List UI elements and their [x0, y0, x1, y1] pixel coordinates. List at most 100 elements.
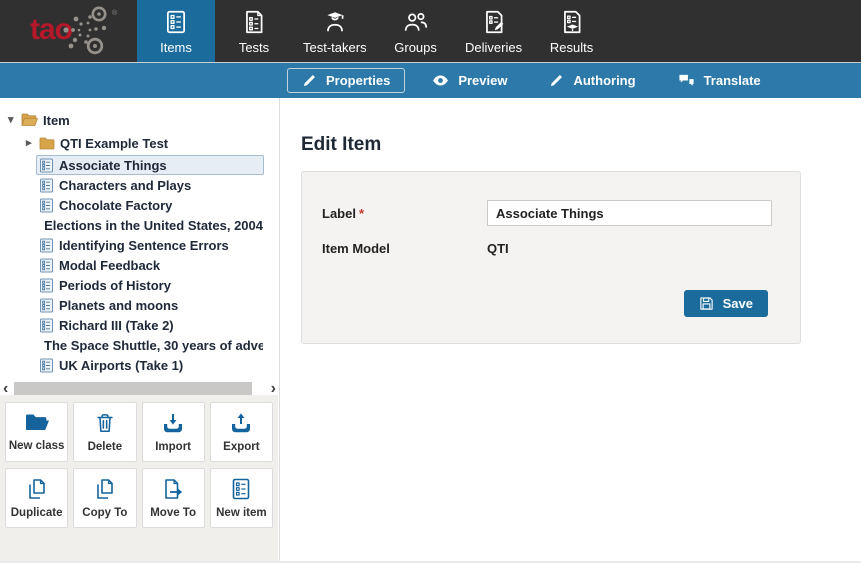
- item-doc-icon: [39, 178, 54, 193]
- translate-bubbles-icon: [678, 73, 695, 88]
- new-item-button[interactable]: New item: [210, 468, 273, 528]
- nav-label: Test-takers: [303, 40, 367, 55]
- tree-item-label: Chocolate Factory: [59, 198, 172, 213]
- label-input[interactable]: [487, 200, 772, 226]
- tao-logo[interactable]: tao ®: [0, 0, 137, 62]
- tree-item-richard-iii[interactable]: Richard III (Take 2): [0, 315, 279, 335]
- items-icon: [163, 9, 189, 35]
- action-label: New class: [9, 440, 65, 452]
- main-navigation: Items Tests: [137, 0, 611, 62]
- save-button-label: Save: [723, 296, 753, 311]
- caret-down-icon[interactable]: ▾: [8, 115, 21, 126]
- nav-label: Tests: [239, 40, 269, 55]
- tree-root-item[interactable]: ▾ Item: [0, 110, 279, 130]
- item-model-value: QTI: [487, 241, 509, 256]
- groups-icon: [403, 9, 429, 35]
- tree-item-label: Associate Things: [59, 158, 167, 173]
- tao-logo-registered-mark: ®: [112, 10, 117, 17]
- tree-item-periods-of-history[interactable]: Periods of History: [0, 275, 279, 295]
- tree-item-uk-airports[interactable]: UK Airports (Take 1): [0, 355, 279, 375]
- tab-label: Authoring: [573, 73, 635, 88]
- tree-item-chocolate-factory[interactable]: Chocolate Factory: [0, 195, 279, 215]
- nav-item-tests[interactable]: Tests: [215, 0, 293, 62]
- label-field-label: Label*: [322, 206, 487, 221]
- nav-item-results[interactable]: Results: [533, 0, 611, 62]
- copy-to-button[interactable]: Copy To: [73, 468, 136, 528]
- nav-label: Items: [160, 40, 192, 55]
- test-takers-icon: [322, 9, 348, 35]
- top-header: tao ®: [0, 0, 861, 62]
- tao-logo-burst-icon: [62, 4, 112, 56]
- tree-item-planets-and-moons[interactable]: Planets and moons: [0, 295, 279, 315]
- nav-item-test-takers[interactable]: Test-takers: [293, 0, 377, 62]
- tab-label: Preview: [458, 73, 507, 88]
- save-button[interactable]: Save: [684, 290, 768, 317]
- tree-item-associate-things[interactable]: Associate Things: [0, 155, 279, 175]
- deliveries-icon: [481, 9, 507, 35]
- tree-item-label: Characters and Plays: [59, 178, 191, 193]
- tree-action-buttons: New class Delete Import: [0, 395, 278, 563]
- main-content: Edit Item Label* Item Model QTI Save: [281, 98, 861, 563]
- action-label: New item: [216, 507, 267, 519]
- tests-icon: [241, 9, 267, 35]
- item-doc-icon: [39, 318, 54, 333]
- tab-properties[interactable]: Properties: [287, 68, 405, 93]
- item-doc-icon: [39, 158, 54, 173]
- tao-application-window: tao ®: [0, 0, 861, 563]
- nav-label: Groups: [394, 40, 437, 55]
- resource-tree-panel: ▾ Item ▸ QTI Example Test: [0, 98, 280, 563]
- item-doc-icon: [39, 258, 54, 273]
- import-icon: [161, 411, 185, 435]
- save-floppy-icon: [699, 296, 714, 311]
- tree-item-characters-and-plays[interactable]: Characters and Plays: [0, 175, 279, 195]
- results-icon: [559, 9, 585, 35]
- tree-item-space-shuttle[interactable]: The Space Shuttle, 30 years of adventur: [0, 335, 279, 355]
- action-label: Export: [223, 441, 259, 453]
- tree-folder-qti-example-test[interactable]: ▸ QTI Example Test: [0, 133, 279, 153]
- tab-preview[interactable]: Preview: [417, 68, 522, 93]
- action-label: Copy To: [82, 507, 127, 519]
- tree-item-label: Identifying Sentence Errors: [59, 238, 229, 253]
- tab-label: Properties: [326, 73, 390, 88]
- item-doc-icon: [39, 198, 54, 213]
- nav-label: Deliveries: [465, 40, 522, 55]
- duplicate-button[interactable]: Duplicate: [5, 468, 68, 528]
- item-model-label: Item Model: [322, 241, 487, 256]
- tree-item-identifying-sentence-errors[interactable]: Identifying Sentence Errors: [0, 235, 279, 255]
- scroll-left-arrow-icon[interactable]: ‹: [3, 382, 8, 396]
- new-class-folder-icon: [24, 412, 50, 434]
- caret-right-icon[interactable]: ▸: [26, 138, 39, 149]
- export-icon: [229, 411, 253, 435]
- tab-authoring[interactable]: Authoring: [534, 68, 650, 93]
- export-button[interactable]: Export: [210, 402, 273, 462]
- new-class-button[interactable]: New class: [5, 402, 68, 462]
- item-doc-icon: [39, 238, 54, 253]
- action-label: Import: [155, 441, 191, 453]
- tab-translate[interactable]: Translate: [663, 68, 776, 93]
- nav-item-items[interactable]: Items: [137, 0, 215, 62]
- tree-item-elections-2004[interactable]: Elections in the United States, 2004: [0, 215, 279, 235]
- nav-item-deliveries[interactable]: Deliveries: [455, 0, 533, 62]
- action-label: Delete: [88, 441, 123, 453]
- tree-root-label: Item: [43, 113, 70, 128]
- item-doc-icon: [39, 298, 54, 313]
- scroll-right-arrow-icon[interactable]: ›: [271, 382, 276, 396]
- page-title: Edit Item: [301, 134, 861, 156]
- tree-item-label: Planets and moons: [59, 298, 178, 313]
- tree-item-label: Elections in the United States, 2004: [44, 218, 263, 233]
- delete-button[interactable]: Delete: [73, 402, 136, 462]
- open-folder-icon: [21, 113, 38, 127]
- tree-item-label: UK Airports (Take 1): [59, 358, 183, 373]
- tree-item-modal-feedback[interactable]: Modal Feedback: [0, 255, 279, 275]
- import-button[interactable]: Import: [142, 402, 205, 462]
- pencil-icon: [549, 73, 564, 88]
- move-to-button[interactable]: Move To: [142, 468, 205, 528]
- tab-label: Translate: [704, 73, 761, 88]
- pencil-icon: [302, 73, 317, 88]
- move-page-arrow-icon: [161, 477, 185, 501]
- nav-item-groups[interactable]: Groups: [377, 0, 455, 62]
- scrollbar-thumb[interactable]: [14, 382, 252, 396]
- tree-folder-label: QTI Example Test: [60, 136, 168, 151]
- tree-item-selection-box: Associate Things: [36, 155, 264, 175]
- tree-item-label: The Space Shuttle, 30 years of adventur: [44, 338, 264, 353]
